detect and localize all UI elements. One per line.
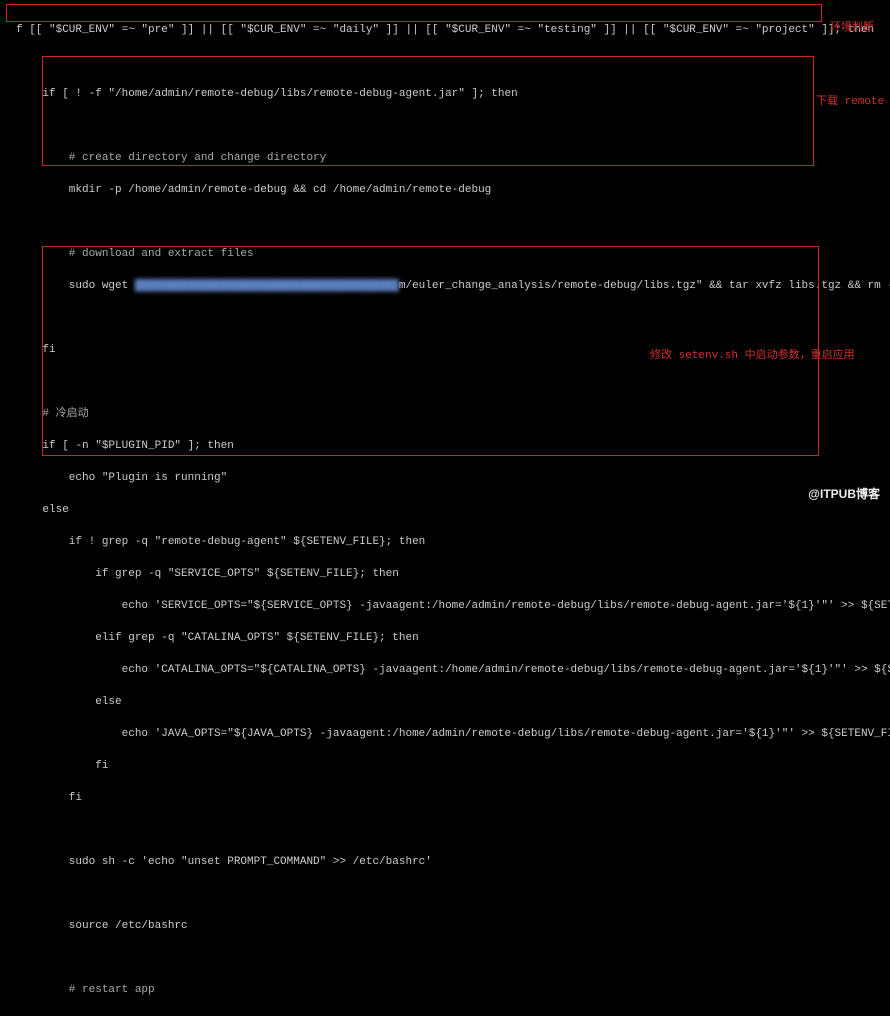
code-line: sh /home/admin/${APP_NAME}/bin/appctl.sh… xyxy=(4,1014,886,1016)
code-line xyxy=(4,950,886,966)
code-line: # 冷启动 xyxy=(4,406,886,422)
code-line xyxy=(4,374,886,390)
code-line: # download and extract files xyxy=(4,246,886,262)
code-line: f [[ "$CUR_ENV" =~ "pre" ]] || [[ "$CUR_… xyxy=(4,22,886,38)
code-line: fi xyxy=(4,790,886,806)
code-line: source /etc/bashrc xyxy=(4,918,886,934)
code-line xyxy=(4,54,886,70)
code-line: # create directory and change directory xyxy=(4,150,886,166)
code-line xyxy=(4,886,886,902)
code-line xyxy=(4,214,886,230)
code-line: elif grep -q "CATALINA_OPTS" ${SETENV_FI… xyxy=(4,630,886,646)
code-line: sudo wget ██████████████████████████████… xyxy=(4,278,886,294)
code-block: f [[ "$CUR_ENV" =~ "pre" ]] || [[ "$CUR_… xyxy=(0,0,890,1016)
watermark: @ITPUB博客 xyxy=(808,485,880,502)
code-line: else xyxy=(4,694,886,710)
code-line: if [ -n "$PLUGIN_PID" ]; then xyxy=(4,438,886,454)
code-line: echo 'SERVICE_OPTS="${SERVICE_OPTS} -jav… xyxy=(4,598,886,614)
code-line xyxy=(4,118,886,134)
annotation-download: 下载 remote debug xyxy=(816,92,890,108)
code-line: if [ ! -f "/home/admin/remote-debug/libs… xyxy=(4,86,886,102)
censored-url: ████████████████████████████████████████ xyxy=(135,280,399,292)
code-line: echo "Plugin is running" xyxy=(4,470,886,486)
code-line: # restart app xyxy=(4,982,886,998)
annotation-env: 环境判断 xyxy=(830,18,874,34)
code-line: echo 'JAVA_OPTS="${JAVA_OPTS} -javaagent… xyxy=(4,726,886,742)
code-line: echo 'CATALINA_OPTS="${CATALINA_OPTS} -j… xyxy=(4,662,886,678)
code-line: mkdir -p /home/admin/remote-debug && cd … xyxy=(4,182,886,198)
code-line: sudo sh -c 'echo "unset PROMPT_COMMAND" … xyxy=(4,854,886,870)
code-line: else xyxy=(4,502,886,518)
code-line: if grep -q "SERVICE_OPTS" ${SETENV_FILE}… xyxy=(4,566,886,582)
gutter xyxy=(4,22,16,38)
code-line: if ! grep -q "remote-debug-agent" ${SETE… xyxy=(4,534,886,550)
code-line xyxy=(4,822,886,838)
annotation-setenv: 修改 setenv.sh 中启动参数，重启应用 xyxy=(650,346,855,362)
code-line xyxy=(4,310,886,326)
code-line: fi xyxy=(4,758,886,774)
